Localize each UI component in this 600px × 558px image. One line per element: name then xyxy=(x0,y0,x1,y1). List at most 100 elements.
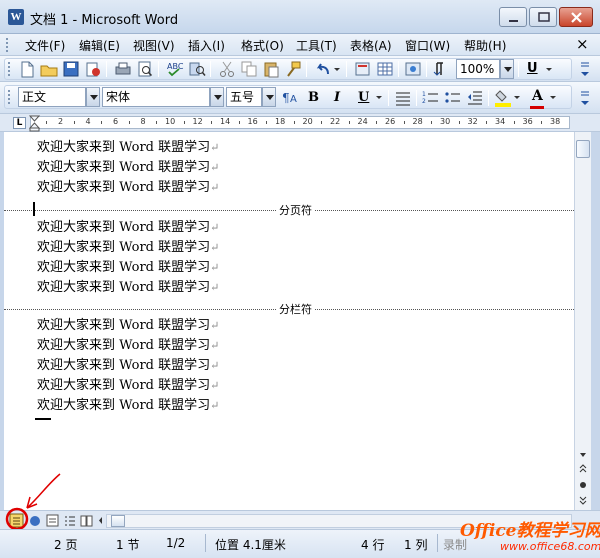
ruler-tick xyxy=(238,121,240,124)
format-painter-icon[interactable] xyxy=(284,60,302,78)
next-page-icon[interactable] xyxy=(575,493,591,509)
ruler-tick xyxy=(293,121,295,124)
menu-help[interactable]: 帮助(H) xyxy=(464,37,506,54)
zoom-select[interactable]: 100% xyxy=(456,59,500,79)
undo-icon[interactable] xyxy=(314,60,332,78)
menu-window[interactable]: 窗口(W) xyxy=(405,37,450,54)
ruler-number: 12 xyxy=(192,117,203,126)
ruler-track xyxy=(30,116,570,129)
vertical-scroll-thumb[interactable] xyxy=(576,140,590,158)
menu-insert[interactable]: 插入(I) xyxy=(188,37,225,54)
open-folder-icon[interactable] xyxy=(40,60,58,78)
horizontal-scroll-thumb[interactable] xyxy=(111,515,125,527)
numbering-icon[interactable]: 12 xyxy=(422,89,440,107)
paragraph-mark: ↵ xyxy=(210,261,220,274)
new-document-icon[interactable] xyxy=(18,60,36,78)
ruler-number: 16 xyxy=(247,117,258,126)
align-justify-icon[interactable] xyxy=(394,89,412,107)
menu-table[interactable]: 表格(A) xyxy=(350,37,392,54)
ruler-tick xyxy=(486,121,488,124)
svg-text:2: 2 xyxy=(422,98,426,105)
text-cursor xyxy=(33,202,35,216)
menu-view[interactable]: 视图(V) xyxy=(133,37,175,54)
ruler-number: 18 xyxy=(275,117,286,126)
copy-icon[interactable] xyxy=(240,60,258,78)
watermark-url: www.office68.com xyxy=(500,540,600,553)
underline-style-button[interactable]: U xyxy=(527,61,538,76)
close-button[interactable] xyxy=(559,7,593,27)
paragraph-mark: ↵ xyxy=(210,319,220,332)
save-icon[interactable] xyxy=(62,60,80,78)
ruler-tick xyxy=(431,121,433,124)
toolbar-options-icon[interactable] xyxy=(578,89,592,107)
style-dropdown-button[interactable] xyxy=(86,87,100,107)
research-icon[interactable] xyxy=(188,60,206,78)
previous-page-icon[interactable] xyxy=(575,462,591,478)
ruler-number: 26 xyxy=(385,117,396,126)
styles-formatting-icon[interactable]: ¶ A xyxy=(282,89,300,107)
permission-icon[interactable] xyxy=(84,60,102,78)
menu-edit[interactable]: 编辑(E) xyxy=(79,37,120,54)
minimize-button[interactable] xyxy=(499,7,527,27)
insert-table-icon[interactable] xyxy=(376,60,394,78)
vertical-scrollbar[interactable] xyxy=(574,132,591,510)
scroll-left-icon[interactable] xyxy=(96,513,106,528)
minimize-icon xyxy=(509,20,518,22)
maximize-button[interactable] xyxy=(529,7,557,27)
print-preview-icon[interactable] xyxy=(136,60,154,78)
toolbar-options-icon[interactable] xyxy=(578,60,592,78)
document-page[interactable]: 欢迎大家来到 Word 联盟学习↵ 欢迎大家来到 Word 联盟学习↵ 欢迎大家… xyxy=(0,132,574,510)
menu-format[interactable]: 格式(O) xyxy=(241,37,284,54)
print-icon[interactable] xyxy=(114,60,132,78)
text-line: 欢迎大家来到 Word 联盟学习↵ xyxy=(37,358,220,373)
bullets-icon[interactable] xyxy=(444,89,462,107)
insert-hyperlink-icon[interactable] xyxy=(354,60,372,78)
font-size-select[interactable]: 五号 xyxy=(226,87,262,107)
svg-text:A: A xyxy=(290,94,297,105)
font-color-button[interactable]: A xyxy=(532,88,543,104)
font-color-dropdown-icon[interactable] xyxy=(548,90,558,108)
show-hide-marks-icon[interactable] xyxy=(432,60,450,78)
font-size-dropdown-button[interactable] xyxy=(262,87,276,107)
ruler-number: 22 xyxy=(330,117,341,126)
bold-button[interactable]: B xyxy=(308,90,319,105)
horizontal-ruler[interactable]: L 2 4 6 8 10 12 14 16 18 20 22 24 26 28 30 32 34 36 38 xyxy=(0,114,600,132)
decrease-indent-icon[interactable] xyxy=(466,89,484,107)
italic-button[interactable]: I xyxy=(334,90,340,105)
highlight-icon[interactable] xyxy=(494,89,512,107)
ruler-number: 28 xyxy=(412,117,423,126)
paste-icon[interactable] xyxy=(262,60,280,78)
toolbar-grip-handle[interactable] xyxy=(8,90,11,104)
undo-dropdown-icon[interactable] xyxy=(332,60,342,78)
underline-dropdown-icon[interactable] xyxy=(544,60,554,78)
status-page: 2 页 xyxy=(54,538,78,552)
menu-file[interactable]: 文件(F) xyxy=(25,37,65,54)
tab-selector[interactable]: L xyxy=(13,117,26,129)
chevron-down-icon xyxy=(214,95,222,100)
spelling-grammar-icon[interactable]: ABC xyxy=(166,60,184,78)
font-dropdown-button[interactable] xyxy=(210,87,224,107)
underline-button[interactable]: U xyxy=(358,90,369,105)
zoom-dropdown-button[interactable] xyxy=(500,59,514,79)
indent-markers-icon[interactable] xyxy=(29,115,41,132)
ruler-tick xyxy=(73,121,75,124)
menu-tools[interactable]: 工具(T) xyxy=(296,37,337,54)
ruler-tick xyxy=(266,121,268,124)
column-break-label: 分栏符 xyxy=(276,301,315,317)
chevron-down-icon xyxy=(266,95,274,100)
underline-dropdown-icon[interactable] xyxy=(374,90,384,108)
style-select[interactable]: 正文 xyxy=(18,87,86,107)
ruler-tick xyxy=(183,121,185,124)
font-select[interactable]: 宋体 xyxy=(102,87,210,107)
select-browse-object-icon[interactable] xyxy=(575,478,591,494)
toolbar-grip-handle[interactable] xyxy=(8,62,11,76)
font-color-swatch xyxy=(530,106,544,109)
close-document-button[interactable]: × xyxy=(576,35,589,53)
document-map-icon[interactable] xyxy=(404,60,422,78)
reading-layout-view-icon[interactable] xyxy=(79,513,94,528)
ruler-number: 20 xyxy=(302,117,313,126)
menu-grip-handle[interactable] xyxy=(6,38,9,52)
highlight-dropdown-icon[interactable] xyxy=(512,90,522,108)
word-app-icon[interactable]: W xyxy=(8,9,24,25)
cut-icon[interactable] xyxy=(218,60,236,78)
